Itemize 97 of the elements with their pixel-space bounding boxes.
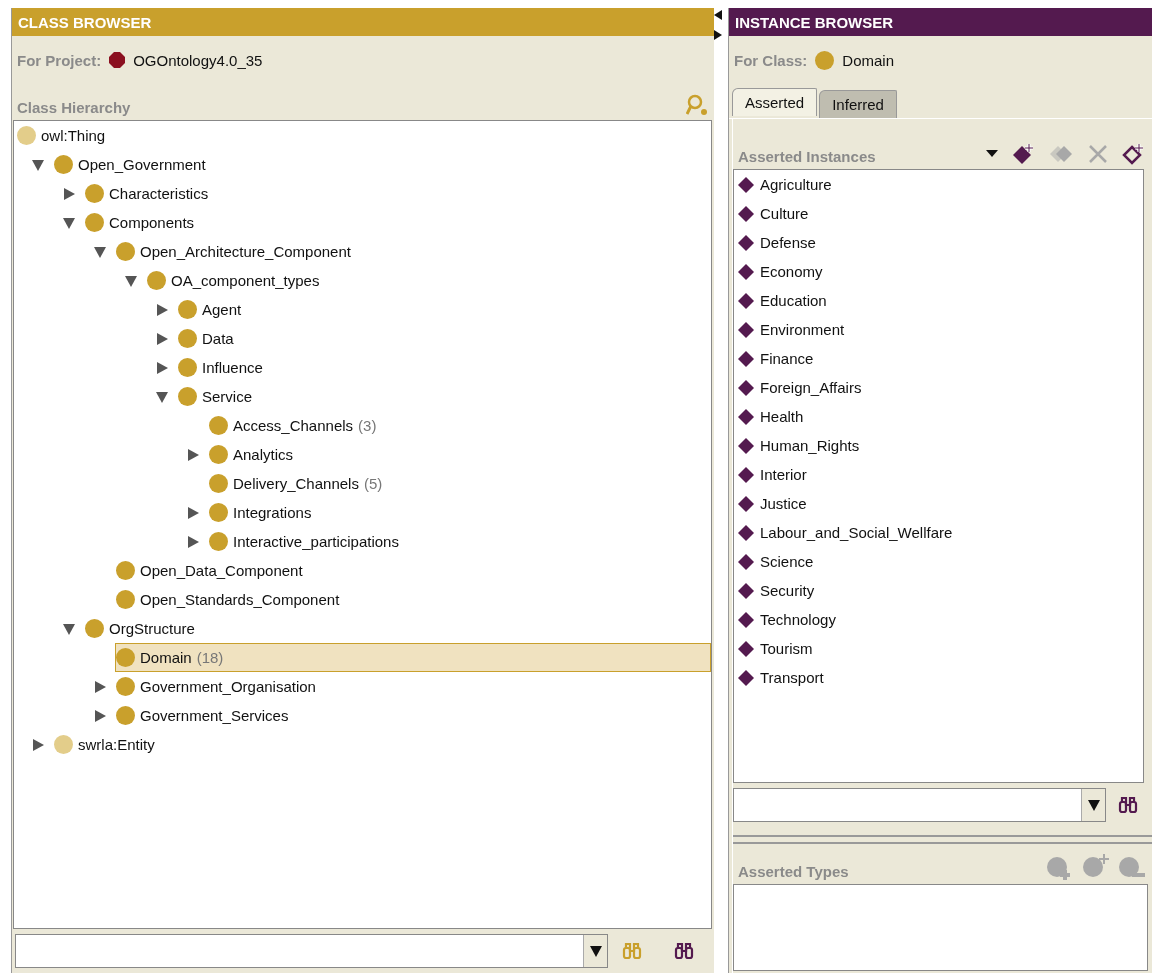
binoculars-icon [674, 942, 694, 960]
collapsed-icon[interactable] [154, 360, 169, 375]
instance-item[interactable]: Foreign_Affairs [734, 373, 1143, 402]
expanded-icon[interactable] [154, 389, 169, 404]
tree-item[interactable]: Characteristics [84, 179, 214, 208]
instance-item[interactable]: Labour_and_Social_Wellfare [734, 518, 1143, 547]
tree-item[interactable]: Data [177, 324, 239, 353]
instance-item[interactable]: Science [734, 547, 1143, 576]
instance-item[interactable]: Transport [734, 663, 1143, 692]
instance-icon [738, 669, 754, 686]
project-name: OGOntology4.0_35 [133, 51, 263, 69]
tree-item[interactable]: Government_Services [115, 701, 294, 730]
class-name: Domain [842, 51, 895, 69]
collapsed-icon[interactable] [92, 708, 107, 723]
tree-item[interactable]: Open_Standards_Component [115, 585, 345, 614]
tree-item[interactable]: Government_Organisation [115, 672, 321, 701]
collapsed-icon[interactable] [185, 505, 200, 520]
collapsed-icon[interactable] [185, 534, 200, 549]
instance-icon [738, 379, 754, 396]
collapsed-icon[interactable] [154, 302, 169, 317]
tree-item[interactable]: owl:Thing [16, 121, 111, 150]
instance-icon [738, 582, 754, 599]
outline-diamond-icon[interactable] [1122, 143, 1146, 165]
instance-icon [738, 553, 754, 570]
instance-icon [738, 495, 754, 512]
instance-icon [738, 640, 754, 657]
instance-item[interactable]: Interior [734, 460, 1143, 489]
instance-item[interactable]: Education [734, 286, 1143, 315]
instance-item[interactable]: Finance [734, 344, 1143, 373]
tree-item[interactable]: Open_Data_Component [115, 556, 308, 585]
instance-item[interactable]: Health [734, 402, 1143, 431]
instance-icon [738, 234, 754, 251]
tree-item[interactable]: Domain (18) [115, 643, 711, 672]
expanded-icon[interactable] [61, 215, 76, 230]
caret-icon[interactable] [1086, 798, 1101, 812]
tree-item[interactable]: Open_Architecture_Component [115, 237, 356, 266]
class-label: For Class: [734, 51, 808, 69]
tree-item[interactable]: Service [177, 382, 258, 411]
instance-item[interactable]: Environment [734, 315, 1143, 344]
instance-icon [738, 263, 754, 280]
tree-item[interactable]: OA_component_types [146, 266, 325, 295]
instance-icon [738, 437, 754, 454]
project-label: For Project: [17, 51, 102, 69]
collapsed-icon[interactable] [61, 186, 76, 201]
tree-item[interactable]: Influence [177, 353, 268, 382]
instance-icon [738, 524, 754, 541]
instance-icon [738, 350, 754, 367]
add-diamond-icon[interactable] [1012, 143, 1036, 165]
expanded-icon[interactable] [30, 157, 45, 172]
tree-item[interactable]: Analytics [208, 440, 299, 469]
instance-icon [738, 205, 754, 222]
project-icon [109, 52, 126, 68]
tree-item[interactable]: OrgStructure [84, 614, 200, 643]
tree-item[interactable]: Interactive_participations [208, 527, 404, 556]
collapsed-icon[interactable] [154, 331, 169, 346]
instance-icon [738, 466, 754, 483]
tab[interactable]: Asserted [732, 88, 818, 116]
expanded-icon[interactable] [92, 244, 107, 259]
section-title: Asserted Types [738, 863, 849, 880]
tree-item[interactable]: Delivery_Channels (5) [208, 469, 388, 498]
instance-icon [738, 176, 754, 193]
instance-item[interactable]: Justice [734, 489, 1143, 518]
instance-icon [738, 408, 754, 425]
binoculars-icon [622, 942, 642, 960]
tree-item[interactable]: Open_Government [53, 150, 211, 179]
tree-item[interactable]: Agent [177, 295, 247, 324]
tree-item[interactable]: swrla:Entity [53, 730, 160, 759]
instance-icon [738, 292, 754, 309]
collapsed-icon[interactable] [92, 679, 107, 694]
collapsed-icon[interactable] [185, 447, 200, 462]
instance-item[interactable]: Technology [734, 605, 1143, 634]
expanded-icon[interactable] [61, 621, 76, 636]
expanded-icon[interactable] [123, 273, 138, 288]
caret-icon[interactable] [986, 150, 998, 158]
binoculars-icon [1118, 796, 1138, 814]
instance-search-field[interactable] [733, 788, 1106, 822]
panel-title: CLASS BROWSER [12, 8, 714, 36]
instance-icon [738, 321, 754, 338]
instance-item[interactable]: Security [734, 576, 1143, 605]
instance-item[interactable]: Agriculture [734, 170, 1143, 199]
caret-icon[interactable] [588, 944, 603, 958]
instance-item[interactable]: Tourism [734, 634, 1143, 663]
class-search-field[interactable] [15, 934, 608, 968]
section-title: Asserted Instances [738, 148, 876, 165]
class-icon [815, 50, 835, 70]
instance-item[interactable]: Human_Rights [734, 431, 1143, 460]
panel-title: INSTANCE BROWSER [729, 8, 1152, 36]
instance-item[interactable]: Culture [734, 199, 1143, 228]
instance-item[interactable]: Economy [734, 257, 1143, 286]
section-title: Class Hierarchy [17, 99, 131, 116]
tree-item[interactable]: Access_Channels (3) [208, 411, 382, 440]
instance-icon [738, 611, 754, 628]
instance-item[interactable]: Defense [734, 228, 1143, 257]
tree-item[interactable]: Integrations [208, 498, 317, 527]
collapsed-icon[interactable] [30, 737, 45, 752]
tree-item[interactable]: Components [84, 208, 200, 237]
tab[interactable]: Inferred [819, 90, 897, 118]
